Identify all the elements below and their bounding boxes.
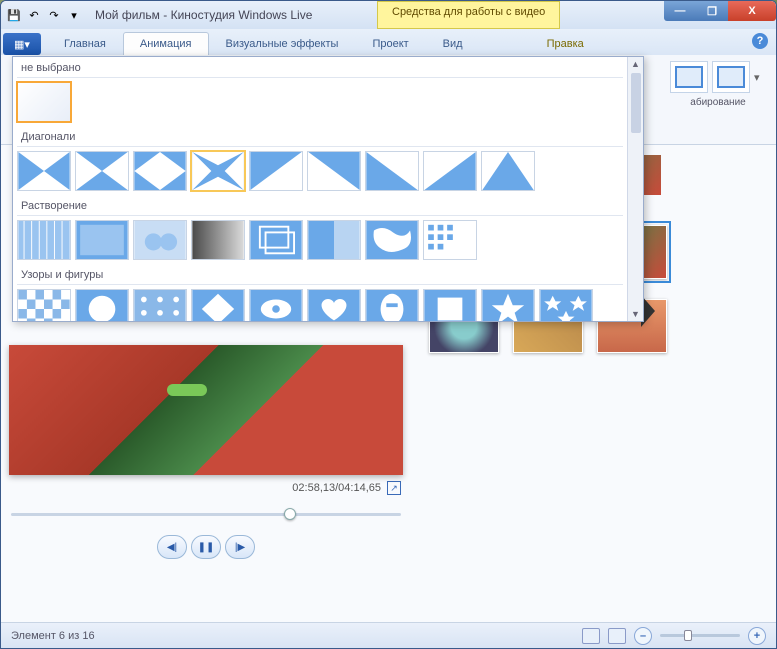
- transition-diag[interactable]: [307, 151, 361, 191]
- transition-none[interactable]: [17, 82, 71, 122]
- close-button[interactable]: X: [728, 1, 776, 21]
- transition-pattern[interactable]: [249, 289, 303, 321]
- ribbon-group-panzoom: ▾ абирование: [670, 61, 766, 138]
- prev-frame-button[interactable]: ◀|: [157, 535, 187, 559]
- ribbon-group-label: абирование: [690, 97, 745, 108]
- trans-row-diagonals: [17, 151, 623, 195]
- transition-dissolve[interactable]: [133, 220, 187, 260]
- transition-pattern[interactable]: [365, 289, 419, 321]
- next-frame-button[interactable]: |▶: [225, 535, 255, 559]
- transition-diag[interactable]: [365, 151, 419, 191]
- scroll-thumb[interactable]: [631, 73, 641, 133]
- contextual-tab-label: Средства для работы с видео: [377, 1, 560, 29]
- qat-undo-icon[interactable]: ↶: [25, 6, 43, 24]
- zoom-thumb-icon[interactable]: [684, 630, 692, 641]
- tab-visual-effects[interactable]: Визуальные эффекты: [209, 32, 356, 55]
- transitions-scroll[interactable]: не выбрано Диагонали: [13, 57, 627, 321]
- qat-save-icon[interactable]: 💾: [5, 6, 23, 24]
- transition-diag[interactable]: [191, 151, 245, 191]
- scroll-down-icon[interactable]: ▼: [631, 309, 640, 319]
- preview-video[interactable]: [9, 345, 403, 475]
- transition-dissolve[interactable]: [307, 220, 361, 260]
- transition-dissolve[interactable]: [17, 220, 71, 260]
- panzoom-more-icon[interactable]: ▾: [754, 61, 766, 93]
- tab-home[interactable]: Главная: [47, 32, 123, 55]
- trans-category-dissolve: Растворение: [17, 197, 623, 216]
- transition-dissolve[interactable]: [75, 220, 129, 260]
- transition-pattern[interactable]: [423, 289, 477, 321]
- qat-redo-icon[interactable]: ↷: [45, 6, 63, 24]
- trans-row-patterns: [17, 289, 623, 321]
- transition-dissolve[interactable]: [423, 220, 477, 260]
- panzoom-option-2[interactable]: [712, 61, 750, 93]
- transition-diag[interactable]: [249, 151, 303, 191]
- seek-slider[interactable]: [11, 505, 401, 523]
- transition-diag[interactable]: [133, 151, 187, 191]
- help-button[interactable]: ?: [752, 33, 768, 49]
- ribbon-tab-row: ▦▾ Главная Анимация Визуальные эффекты П…: [1, 29, 776, 55]
- panzoom-option-1[interactable]: [670, 61, 708, 93]
- time-display: 02:58,13/04:14,65: [292, 482, 381, 494]
- transition-pattern[interactable]: [539, 289, 593, 321]
- time-row: 02:58,13/04:14,65 ↗: [11, 481, 401, 495]
- fullscreen-icon[interactable]: ↗: [387, 481, 401, 495]
- view-mode-1-button[interactable]: [582, 628, 600, 644]
- gallery-scrollbar[interactable]: ▲ ▼: [627, 57, 643, 321]
- tab-view[interactable]: Вид: [426, 32, 480, 55]
- zoom-out-button[interactable]: –: [634, 627, 652, 645]
- view-mode-2-button[interactable]: [608, 628, 626, 644]
- statusbar: Элемент 6 из 16 – +: [1, 622, 776, 648]
- tab-animation[interactable]: Анимация: [123, 32, 209, 55]
- titlebar: 💾 ↶ ↷ ▾ Мой фильм - Киностудия Windows L…: [1, 1, 776, 29]
- file-menu-button[interactable]: ▦▾: [3, 33, 41, 55]
- transition-dissolve[interactable]: [191, 220, 245, 260]
- transitions-gallery: не выбрано Диагонали: [12, 56, 644, 322]
- transition-pattern[interactable]: [307, 289, 361, 321]
- transition-diag[interactable]: [423, 151, 477, 191]
- scroll-up-icon[interactable]: ▲: [631, 59, 640, 69]
- seek-thumb-icon[interactable]: [284, 508, 296, 520]
- status-text: Элемент 6 из 16: [11, 630, 95, 642]
- transition-dissolve[interactable]: [365, 220, 419, 260]
- transition-dissolve[interactable]: [249, 220, 303, 260]
- transition-pattern[interactable]: [481, 289, 535, 321]
- trans-category-none: не выбрано: [17, 59, 623, 78]
- maximize-button[interactable]: ❐: [696, 1, 728, 21]
- trans-category-diagonals: Диагонали: [17, 128, 623, 147]
- minimize-button[interactable]: —: [664, 1, 696, 21]
- transition-pattern[interactable]: [75, 289, 129, 321]
- window-title: Мой фильм - Киностудия Windows Live: [95, 8, 312, 22]
- playback-controls: ◀| ❚❚ |▶: [9, 535, 403, 559]
- qat-customize-icon[interactable]: ▾: [65, 6, 83, 24]
- tab-edit[interactable]: Правка: [530, 32, 601, 55]
- app-window: 💾 ↶ ↷ ▾ Мой фильм - Киностудия Windows L…: [0, 0, 777, 649]
- transition-diag[interactable]: [17, 151, 71, 191]
- quick-access-toolbar: 💾 ↶ ↷ ▾: [5, 6, 83, 24]
- transition-pattern[interactable]: [191, 289, 245, 321]
- zoom-in-button[interactable]: +: [748, 627, 766, 645]
- transition-diag[interactable]: [75, 151, 129, 191]
- tab-project[interactable]: Проект: [355, 32, 425, 55]
- transition-pattern[interactable]: [133, 289, 187, 321]
- transition-pattern[interactable]: [17, 289, 71, 321]
- pause-button[interactable]: ❚❚: [191, 535, 221, 559]
- trans-category-patterns: Узоры и фигуры: [17, 266, 623, 285]
- window-buttons: — ❐ X: [664, 1, 776, 21]
- trans-row-dissolve: [17, 220, 623, 264]
- transition-diag[interactable]: [481, 151, 535, 191]
- zoom-slider[interactable]: [660, 634, 740, 637]
